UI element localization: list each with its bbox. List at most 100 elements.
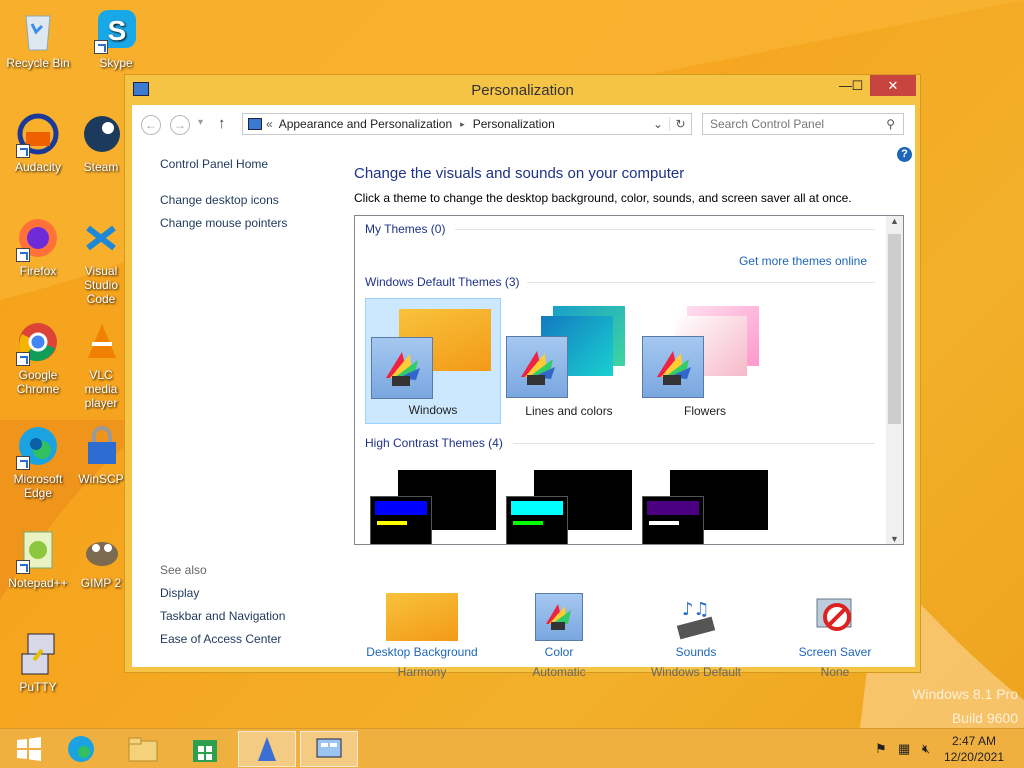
screen-saver-setting[interactable]: Screen Saver None: [775, 593, 895, 679]
sounds-setting[interactable]: ♪♫ Sounds Windows Default: [636, 593, 756, 679]
control-panel-home-link[interactable]: Control Panel Home: [160, 157, 268, 171]
desktop-icon-vlc[interactable]: VLC media player: [78, 318, 124, 410]
taskbar-file-explorer[interactable]: [114, 731, 172, 767]
gimp-icon: [78, 526, 124, 574]
firefox-icon: [14, 214, 62, 262]
breadcrumb-separator-icon: ▸: [460, 118, 465, 129]
up-button[interactable]: ↑: [218, 115, 226, 132]
control-panel-icon: [316, 738, 342, 758]
theme-high-contrast-3[interactable]: [637, 464, 773, 544]
sounds-icon: ♪♫: [672, 593, 720, 641]
shortcut-arrow-icon: [16, 248, 30, 262]
taskbar-control-panel[interactable]: [300, 731, 358, 767]
steam-icon: [78, 110, 124, 158]
watermark-build: Build 9600: [951, 710, 1018, 726]
hc3-window: [642, 496, 704, 544]
taskbar-app-launcher[interactable]: [238, 731, 296, 767]
svg-text:♪♫: ♪♫: [682, 599, 710, 620]
change-mouse-pointers-link[interactable]: Change mouse pointers: [160, 216, 287, 230]
scrollbar-thumb[interactable]: [888, 234, 901, 424]
sounds-title: Sounds: [675, 645, 717, 659]
volume-muted-icon[interactable]: 🔇︎: [922, 741, 930, 757]
desktop-icon-firefox[interactable]: Firefox: [0, 214, 76, 278]
folder-icon: [128, 737, 158, 762]
maximize-button[interactable]: ☐: [843, 75, 872, 96]
color-value: Automatic: [532, 665, 586, 679]
chrome-icon: [14, 318, 62, 366]
address-bar[interactable]: « Appearance and Personalization ▸ Perso…: [242, 113, 692, 135]
desktop-icon-winscp[interactable]: WinSCP: [78, 422, 124, 486]
themes-scrollbar[interactable]: ▲ ▼: [886, 216, 903, 544]
personalization-window: Personalization — ☐ ✕ ← → ▾ ↑ « Appearan…: [124, 74, 921, 679]
chevrons-icon: «: [266, 117, 273, 131]
desktop-icon-edge[interactable]: Microsoft Edge: [0, 422, 76, 500]
clock-time: 2:47 AM: [951, 734, 996, 748]
color-setting[interactable]: Color Automatic: [499, 593, 619, 679]
color-palette-icon: [506, 336, 568, 398]
desktop-icon-recycle-bin[interactable]: Recycle Bin: [0, 6, 76, 70]
recent-pages-dropdown-icon[interactable]: ▾: [198, 117, 203, 128]
shortcut-arrow-icon: [16, 560, 30, 574]
screen-saver-value: None: [820, 665, 850, 679]
theme-flowers-label: Flowers: [683, 404, 726, 418]
divider: [455, 229, 875, 230]
see-also-label: See also: [160, 563, 207, 577]
address-dropdown-icon[interactable]: ⌄: [647, 117, 669, 131]
desktop-icon-skype[interactable]: S Skype: [78, 6, 154, 70]
forward-button[interactable]: →: [170, 115, 190, 135]
search-icon[interactable]: ⚲: [886, 117, 895, 131]
store-icon: [193, 740, 217, 762]
my-themes-header: My Themes (0): [365, 222, 446, 236]
clock-date: 12/20/2021: [943, 750, 1004, 764]
desktop-icon-vscode[interactable]: Visual Studio Code: [78, 214, 124, 306]
scroll-up-icon[interactable]: ▲: [886, 216, 903, 226]
search-input[interactable]: Search Control Panel ⚲: [702, 113, 904, 135]
breadcrumb-appearance[interactable]: Appearance and Personalization: [279, 117, 452, 131]
ease-of-access-link[interactable]: Ease of Access Center: [160, 632, 281, 646]
theme-lines-and-colors[interactable]: Lines and colors: [501, 298, 637, 424]
theme-high-contrast-2[interactable]: [501, 464, 637, 544]
breadcrumb-personalization[interactable]: Personalization: [473, 117, 555, 131]
desktop-icon-notepadpp[interactable]: Notepad++: [0, 526, 76, 590]
network-icon[interactable]: ▦: [898, 741, 910, 757]
taskbar: ⚑ ▦ 🔇︎ 2:47 AM 12/20/2021: [0, 728, 1024, 768]
desktop-background-icon: [386, 593, 458, 641]
theme-lines-label: Lines and colors: [525, 404, 613, 418]
close-button[interactable]: ✕: [870, 75, 916, 96]
display-link[interactable]: Display: [160, 586, 199, 600]
notepadpp-icon: [14, 526, 62, 574]
change-desktop-icons-link[interactable]: Change desktop icons: [160, 193, 279, 207]
navigation-bar: ← → ▾ ↑ « Appearance and Personalization…: [132, 105, 915, 145]
desktop-icon-gimp[interactable]: GIMP 2: [78, 526, 124, 590]
desktop-background-setting[interactable]: Desktop Background Harmony: [362, 593, 482, 679]
default-themes-header: Windows Default Themes (3): [365, 275, 520, 289]
theme-high-contrast-1[interactable]: [365, 464, 501, 544]
taskbar-store[interactable]: [176, 731, 234, 767]
action-center-flag-icon[interactable]: ⚑: [875, 741, 887, 757]
refresh-button[interactable]: ↻: [669, 117, 691, 131]
get-more-themes-link[interactable]: Get more themes online: [739, 254, 867, 268]
scroll-down-icon[interactable]: ▼: [886, 534, 903, 544]
theme-windows[interactable]: Windows: [365, 298, 501, 424]
title-bar[interactable]: Personalization — ☐ ✕: [125, 75, 920, 105]
screen-saver-title: Screen Saver: [798, 645, 872, 659]
taskbar-navigation-link[interactable]: Taskbar and Navigation: [160, 609, 285, 623]
shortcut-arrow-icon: [94, 40, 108, 54]
help-icon[interactable]: ?: [897, 147, 912, 162]
color-title: Color: [544, 645, 574, 659]
system-clock[interactable]: 2:47 AM 12/20/2021: [944, 733, 1004, 765]
desktop-icon-steam[interactable]: Steam: [78, 110, 124, 174]
start-button[interactable]: [0, 731, 58, 767]
desktop-background-value: Harmony: [397, 665, 447, 679]
desktop-icon-audacity[interactable]: Audacity: [0, 110, 76, 174]
back-button[interactable]: ←: [141, 115, 161, 135]
taskbar-edge[interactable]: [52, 731, 110, 767]
desktop-icon-putty[interactable]: PuTTY: [0, 630, 76, 694]
page-subtitle: Click a theme to change the desktop back…: [354, 191, 852, 205]
color-palette-icon: [371, 337, 433, 399]
theme-flowers[interactable]: Flowers: [637, 298, 773, 424]
vscode-icon: [78, 214, 124, 262]
control-panel-small-icon: [248, 118, 262, 130]
desktop-icon-chrome[interactable]: Google Chrome: [0, 318, 76, 396]
sounds-value: Windows Default: [650, 665, 742, 679]
